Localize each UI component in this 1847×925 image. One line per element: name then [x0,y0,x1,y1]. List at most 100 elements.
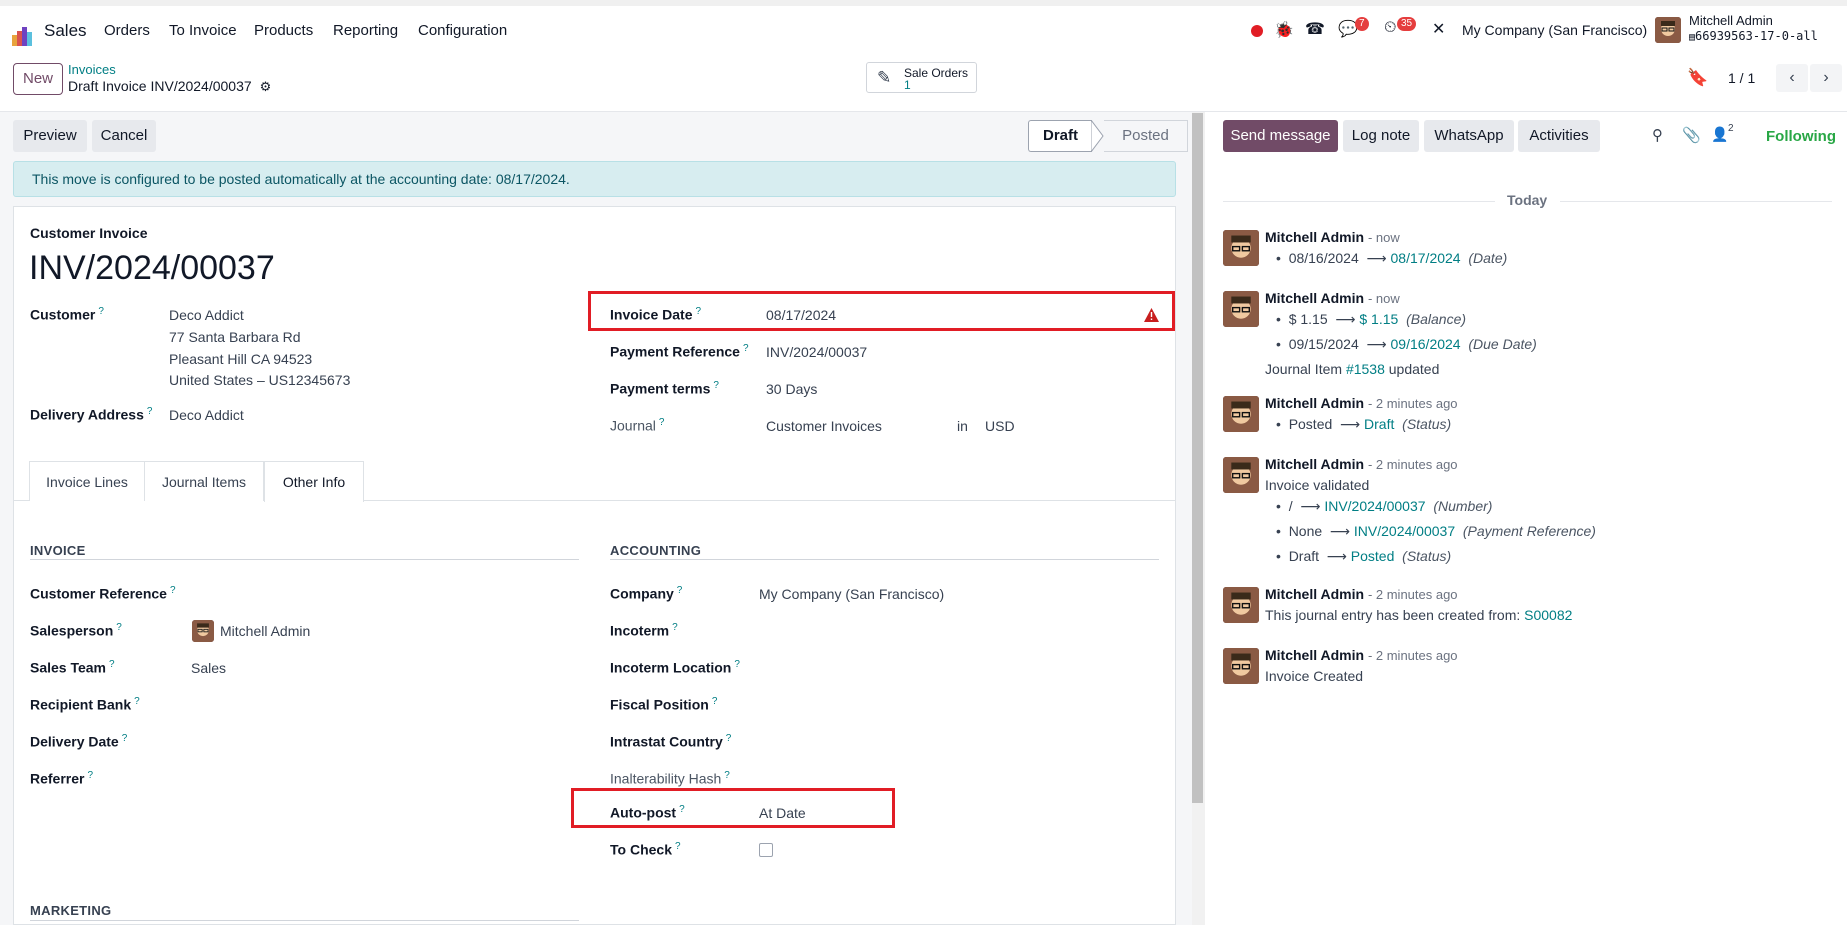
message-body: This journal entry has been created from… [1265,607,1573,623]
payment-terms-field[interactable]: 30 Days [766,381,817,397]
salesperson-label: Salesperson? [30,622,122,639]
message-body: Journal Item #1538 updated [1265,361,1440,377]
invoice-type-label: Customer Invoice [30,225,148,241]
user-name[interactable]: Mitchell Admin [1689,13,1773,28]
company-switcher[interactable]: My Company (San Francisco) [1462,22,1647,38]
journal-field[interactable]: Customer Invoices [766,418,882,434]
delivery-address-value[interactable]: Deco Addict [169,407,244,423]
gear-icon[interactable]: ⚙ [260,79,272,94]
customer-reference-label: Customer Reference? [30,585,176,602]
journal-in-text: in [957,418,968,434]
activities-clock-icon[interactable]: ⏲ [1384,19,1396,37]
pager-value[interactable]: 1 / 1 [1728,70,1755,86]
user-avatar[interactable] [1655,17,1681,43]
messages-badge: 7 [1355,17,1369,31]
menu-configuration[interactable]: Configuration [418,22,507,39]
invoice-section-title: INVOICE [30,543,86,558]
menu-to-invoice[interactable]: To Invoice [169,22,237,39]
message-avatar[interactable] [1223,587,1259,623]
autopost-field[interactable]: At Date [759,805,806,821]
customer-address-line1: 77 Santa Barbara Rd [169,329,301,345]
message-avatar[interactable] [1223,648,1259,684]
customer-label: Customer? [30,306,104,323]
recording-dot-icon[interactable] [1251,25,1263,37]
today-divider-right [1560,201,1832,202]
inalterability-hash-label: Inalterability Hash? [610,770,730,787]
accounting-section-title: ACCOUNTING [610,543,702,558]
autopost-label: Auto-post? [610,804,685,821]
status-posted[interactable]: Posted [1104,120,1188,152]
sales-team-field[interactable]: Sales [191,660,226,676]
menu-reporting[interactable]: Reporting [333,22,398,39]
delivery-date-label: Delivery Date? [30,733,128,750]
message-avatar[interactable] [1223,291,1259,327]
message-author: Mitchell Admin - now [1265,229,1400,245]
phone-icon[interactable]: ☎ [1305,19,1325,39]
incoterm-label: Incoterm? [610,622,678,639]
log-note-button[interactable]: Log note [1343,120,1419,152]
following-button[interactable]: Following [1766,128,1836,145]
activities-button[interactable]: Activities [1518,120,1600,152]
message-author: Mitchell Admin - 2 minutes ago [1265,456,1458,472]
message-avatar[interactable] [1223,230,1259,266]
recipient-bank-label: Recipient Bank? [30,696,140,713]
menu-products[interactable]: Products [254,22,313,39]
currency-field[interactable]: USD [985,418,1015,434]
message-avatar[interactable] [1223,396,1259,432]
invoice-number[interactable]: INV/2024/00037 [29,249,275,288]
sale-orders-smart-button[interactable]: ✎ Sale Orders 1 [866,62,977,93]
form-scrollbar[interactable] [1192,113,1203,803]
menu-orders[interactable]: Orders [104,22,150,39]
message-body: Invoice validated [1265,477,1370,493]
tab-journal-items[interactable]: Journal Items [144,461,264,501]
tools-icon[interactable]: ✕ [1432,19,1445,39]
tracking-line: • None ⟶ INV/2024/00037 (Payment Referen… [1276,523,1596,539]
followers-count: 2 [1728,123,1734,134]
company-field[interactable]: My Company (San Francisco) [759,586,944,602]
journal-item-link[interactable]: #1538 [1346,361,1385,377]
db-name: ▤66939563-17-0-all [1689,29,1818,43]
message-author: Mitchell Admin - 2 minutes ago [1265,586,1458,602]
pager-prev-icon[interactable]: ‹ [1776,64,1808,92]
smart-button-label: Sale Orders [904,66,969,80]
customer-name[interactable]: Deco Addict [169,307,244,323]
tracking-line: • Draft ⟶ Posted (Status) [1276,548,1452,564]
payment-reference-field[interactable]: INV/2024/00037 [766,344,867,360]
breadcrumb-invoices[interactable]: Invoices [68,62,116,77]
salesperson-field[interactable]: Mitchell Admin [220,623,310,639]
cancel-button[interactable]: Cancel [92,120,156,152]
invoice-date-field[interactable]: 08/17/2024 [766,307,836,323]
whatsapp-button[interactable]: WhatsApp [1424,120,1514,152]
invoice-date-label: Invoice Date? [610,306,702,323]
referrer-label: Referrer? [30,770,94,787]
tracking-line: • Posted ⟶ Draft (Status) [1276,416,1452,432]
app-name[interactable]: Sales [44,21,87,41]
followers-icon[interactable]: 👤 [1711,126,1728,143]
pager-next-icon[interactable]: › [1810,64,1842,92]
send-message-button[interactable]: Send message [1223,120,1338,152]
company-label: Company? [610,585,683,602]
today-label: Today [1507,192,1548,208]
message-avatar[interactable] [1223,457,1259,493]
apps-logo-icon[interactable] [12,26,32,46]
new-button[interactable]: New [13,63,63,95]
sale-order-link[interactable]: S00082 [1524,607,1572,623]
edit-icon: ✎ [877,68,892,87]
customer-address-line3: United States – US12345673 [169,372,351,388]
to-check-checkbox[interactable] [759,843,773,857]
message-body: Invoice Created [1265,668,1364,684]
tab-invoice-lines[interactable]: Invoice Lines [29,461,145,501]
tracking-line: • / ⟶ INV/2024/00037 (Number) [1276,498,1493,514]
bookmark-icon[interactable]: 🔖 [1687,68,1708,88]
message-author: Mitchell Admin - 2 minutes ago [1265,647,1458,663]
status-draft[interactable]: Draft [1028,120,1092,152]
preview-button[interactable]: Preview [13,120,87,152]
tab-other-info[interactable]: Other Info [264,461,364,502]
customer-address-line2: Pleasant Hill CA 94523 [169,351,313,367]
fiscal-position-label: Fiscal Position? [610,696,718,713]
bug-icon[interactable]: 🐞 [1274,20,1294,40]
accounting-section-divider [610,559,1159,560]
search-icon[interactable]: ⚲ [1652,126,1663,144]
message-author: Mitchell Admin - now [1265,290,1400,306]
attachment-icon[interactable]: 📎 [1682,126,1701,144]
